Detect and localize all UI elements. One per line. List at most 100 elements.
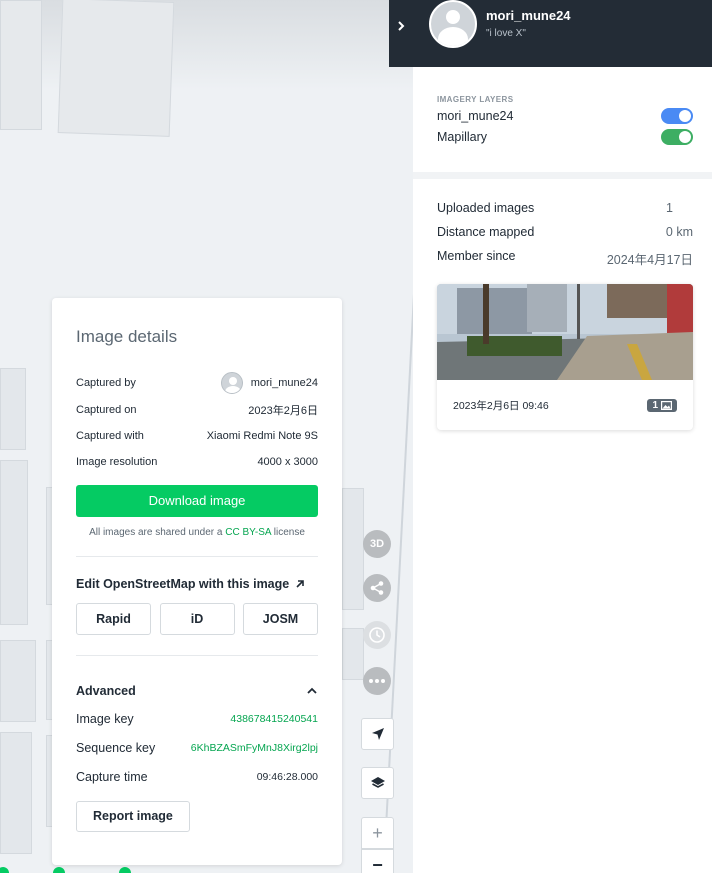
license-suffix: license [271,527,305,538]
captured-by-row: Captured by mori_mune24 [76,372,318,394]
user-panel-body: IMAGERY LAYERS mori_mune24 Mapillary Upl… [413,67,712,873]
zoom-out-button[interactable]: − [361,849,394,873]
editor-buttons: Rapid iD JOSM [76,603,318,635]
captured-by-label: Captured by [76,377,136,389]
map-building [0,460,28,625]
captured-with-label: Captured with [76,430,144,442]
image-resolution-value: 4000 x 3000 [257,456,318,468]
stat-value: 2024年4月17日 [606,253,693,267]
captured-on-value: 2023年2月6日 [248,405,318,417]
layers-icon [370,777,385,788]
external-link-icon [296,580,305,588]
license-link[interactable]: CC BY-SA [225,527,271,538]
advanced-heading: Advanced [76,684,136,698]
user-panel: mori_mune24 "i love X" IMAGERY LAYERS mo… [389,0,712,873]
image-details-panel: Image details Captured by mori_mune24 Ca… [52,298,342,865]
captured-with-row: Captured with Xiaomi Redmi Note 9S [76,427,318,445]
image-resolution-label: Image resolution [76,456,158,468]
rapid-button[interactable]: Rapid [76,603,151,635]
layer-toggle-mapillary[interactable] [661,129,693,145]
collapse-panel-button[interactable] [389,0,413,51]
user-header: mori_mune24 "i love X" [389,0,712,67]
chevron-up-icon [307,687,317,694]
layer-row-mapillary: Mapillary [437,129,693,145]
license-prefix: All images are shared under a [89,527,226,538]
advanced-toggle[interactable]: Advanced [76,681,318,701]
more-button[interactable] [363,667,391,695]
sequence-image-card[interactable]: 2023年2月6日 09:46 1 [437,284,693,430]
3d-button[interactable]: 3D [363,530,391,558]
captured-by-username[interactable]: mori_mune24 [251,377,318,389]
capture-time-row: Capture time 09:46:28.000 [76,767,318,787]
sequence-dot[interactable] [53,867,65,873]
clock-icon [369,627,385,643]
captured-on-label: Captured on [76,404,137,416]
license-note: All images are shared under a CC BY-SA l… [76,527,318,538]
details-title: Image details [76,327,178,346]
map-building [57,0,175,137]
layer-row-user: mori_mune24 [437,108,693,124]
share-icon [370,581,384,595]
street-photo-illustration [437,284,693,380]
locate-button[interactable] [361,718,394,750]
location-arrow-icon [371,728,384,740]
map-building [0,368,26,450]
imagery-layers-heading: IMAGERY LAYERS [437,95,514,104]
id-editor-button[interactable]: iD [159,603,235,635]
stat-member-since: Member since 2024年4月17日 [437,249,693,268]
layer-name: mori_mune24 [437,109,514,123]
captured-by-value[interactable]: mori_mune24 [220,372,318,394]
sequence-key-row: Sequence key 6KhBZASmFyMnJ8Xirg2lpj [76,738,318,758]
user-avatar-icon [220,372,243,394]
street-image-thumbnail[interactable] [437,284,693,380]
zoom-in-button[interactable]: + [361,817,394,849]
map-building [0,0,42,130]
image-key-label: Image key [76,712,134,726]
image-key-row: Image key 438678415240541 [76,709,318,729]
profile-username[interactable]: mori_mune24 [486,8,571,23]
josm-button[interactable]: JOSM [243,603,318,635]
report-image-button[interactable]: Report image [76,801,190,832]
image-key-value[interactable]: 438678415240541 [230,713,318,725]
chevron-right-icon [398,20,405,31]
edit-osm-label: Edit OpenStreetMap with this image [76,577,290,591]
sequence-key-label: Sequence key [76,741,156,755]
layer-toggle-user[interactable] [661,108,693,124]
stat-label: Uploaded images [437,201,535,215]
history-button[interactable] [363,621,391,649]
share-button[interactable] [363,574,391,602]
layers-button[interactable] [361,767,394,799]
more-icon [369,679,385,683]
map-building [342,488,364,610]
map-building [0,640,36,722]
image-card-date: 2023年2月6日 09:46 [453,399,549,412]
sequence-key-value[interactable]: 6KhBZASmFyMnJ8Xirg2lpj [191,742,318,754]
divider [76,556,318,557]
captured-with-value: Xiaomi Redmi Note 9S [206,430,318,442]
stat-label: Member since [437,249,516,263]
image-count-badge: 1 [647,398,677,412]
map-building [342,628,364,680]
sequence-dot[interactable] [119,867,131,873]
divider [76,655,318,656]
captured-on-row: Captured on 2023年2月6日 [76,401,318,419]
divider [413,172,712,179]
capture-time-label: Capture time [76,770,148,784]
map-building [0,732,32,854]
stat-value: 0 km [665,225,693,239]
image-count: 1 [652,399,658,411]
profile-avatar[interactable] [429,0,477,48]
layer-name: Mapillary [437,130,488,144]
stat-uploaded-images: Uploaded images 1 [437,201,693,215]
sequence-dot[interactable] [0,867,9,873]
profile-status: "i love X" [486,28,526,39]
edit-osm-heading[interactable]: Edit OpenStreetMap with this image [76,575,318,593]
download-image-button[interactable]: Download image [76,485,318,517]
image-card-footer: 2023年2月6日 09:46 1 [437,380,693,430]
image-icon [661,400,672,410]
capture-time-value: 09:46:28.000 [256,771,318,783]
stat-label: Distance mapped [437,225,535,239]
stat-distance-mapped: Distance mapped 0 km [437,225,693,239]
stat-value: 1 [666,201,673,215]
image-resolution-row: Image resolution 4000 x 3000 [76,453,318,471]
